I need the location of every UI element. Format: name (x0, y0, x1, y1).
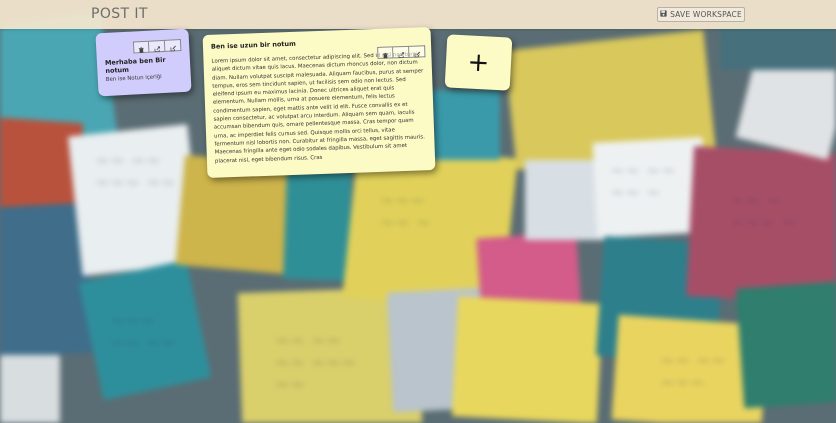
save-workspace-button[interactable]: SAVE WORKSPACE (657, 7, 745, 22)
save-icon (660, 10, 667, 19)
app-title: POST IT (91, 6, 148, 22)
note-toolbar (377, 42, 426, 62)
edit-icon (169, 36, 176, 55)
note-card[interactable]: Ben ise uzun bir notum Lorem ipsum dolor… (202, 27, 436, 178)
trash-icon (382, 43, 389, 62)
share-icon (153, 37, 160, 56)
note-card[interactable]: Merhaba ben Bir notum Ben ise Notun içer… (95, 28, 192, 97)
share-icon (397, 43, 404, 62)
delete-note-button[interactable] (377, 43, 394, 62)
plus-icon: + (466, 46, 491, 79)
edit-note-button[interactable] (409, 42, 426, 61)
edit-icon (413, 42, 420, 61)
note-body: Lorem ipsum dolor sit amet, consectetur … (211, 51, 426, 165)
add-note-button[interactable]: + (444, 34, 513, 91)
trash-icon (138, 37, 145, 56)
save-workspace-label: SAVE WORKSPACE (670, 10, 742, 19)
share-note-button[interactable] (148, 37, 166, 56)
delete-note-button[interactable] (132, 40, 150, 54)
top-bar: POST IT SAVE WORKSPACE (0, 0, 836, 29)
note-toolbar (132, 36, 182, 56)
share-note-button[interactable] (393, 43, 410, 62)
edit-note-button[interactable] (164, 36, 182, 55)
